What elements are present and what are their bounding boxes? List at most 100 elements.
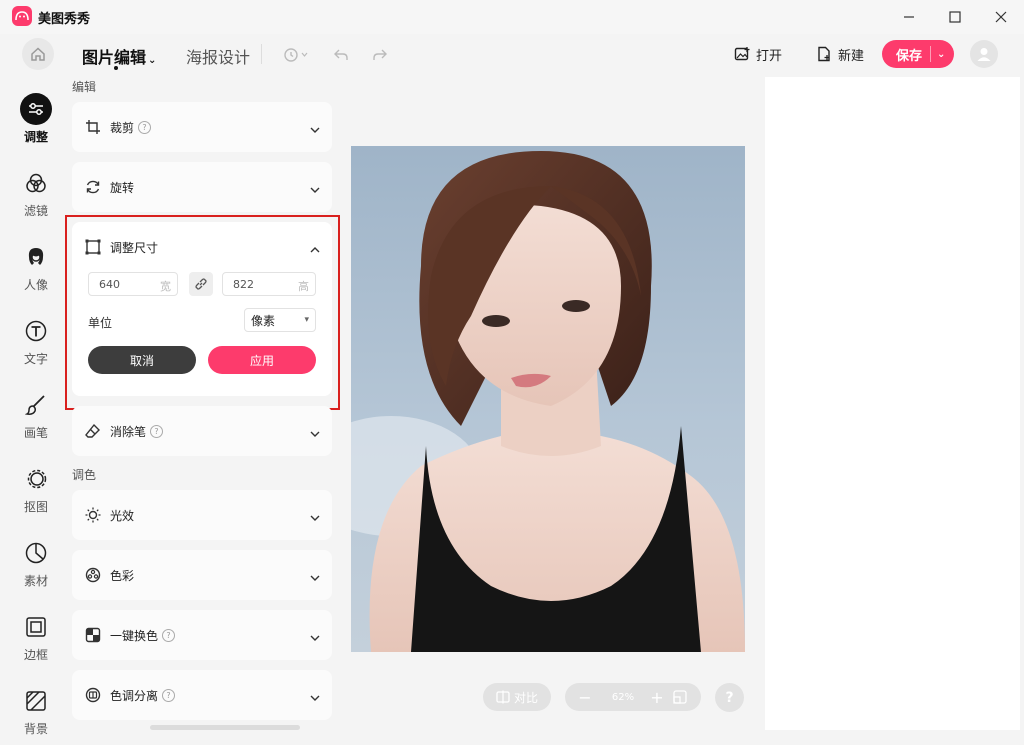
chevron-down-icon xyxy=(310,566,320,585)
undo-button[interactable] xyxy=(330,44,352,66)
filter-circles-icon xyxy=(20,167,52,199)
one-click-color-label: 一键换色 xyxy=(110,628,159,643)
color-wheel-icon xyxy=(84,566,102,584)
chevron-down-icon xyxy=(310,506,320,525)
tone-split-card[interactable]: 色调分离 ? xyxy=(72,670,332,720)
panel-scrollbar[interactable] xyxy=(150,725,300,730)
rail-item-sticker[interactable]: 素材 xyxy=(10,537,62,597)
highlight-annotation-box xyxy=(65,215,340,410)
crop-label: 裁剪 xyxy=(110,120,135,135)
rotate-card[interactable]: 旋转 xyxy=(72,162,332,212)
rail-label: 调整 xyxy=(23,130,48,144)
tab-image-edit[interactable]: 图片编辑 ⌄ xyxy=(82,44,156,68)
cutout-icon xyxy=(20,463,52,495)
rotate-icon xyxy=(84,178,102,196)
eraser-label: 消除笔 xyxy=(110,424,147,439)
color-label: 色彩 xyxy=(110,568,135,583)
frame-icon xyxy=(20,611,52,643)
sun-icon xyxy=(84,506,102,524)
history-icon xyxy=(284,48,308,62)
maximize-button[interactable] xyxy=(941,6,969,28)
save-options-chevron-icon[interactable]: ⌄ xyxy=(937,49,945,60)
chevron-down-icon: ⌄ xyxy=(148,55,157,66)
rail-label: 抠图 xyxy=(23,500,48,514)
home-icon xyxy=(31,47,45,61)
eraser-card[interactable]: 消除笔 ? xyxy=(72,406,332,456)
rail-item-filter[interactable]: 滤镜 xyxy=(10,167,62,227)
rail-label: 画笔 xyxy=(23,426,48,440)
rotate-label: 旋转 xyxy=(110,180,135,195)
tab-image-edit-label: 图片编辑 xyxy=(82,48,147,67)
app-title: 美图秀秀 xyxy=(38,12,91,27)
eraser-icon xyxy=(84,422,102,440)
save-divider xyxy=(930,46,932,62)
history-button[interactable] xyxy=(280,44,312,66)
sliders-icon xyxy=(20,93,52,125)
redo-icon xyxy=(373,49,387,60)
undo-icon xyxy=(334,49,348,60)
new-file-icon xyxy=(818,46,830,62)
zoom-in-button[interactable]: + xyxy=(645,688,669,707)
chevron-down-icon xyxy=(310,118,320,137)
save-label: 保存 xyxy=(896,48,923,64)
rail-item-frame[interactable]: 边框 xyxy=(10,611,62,671)
text-icon xyxy=(20,315,52,347)
tone-split-label: 色调分离 xyxy=(110,688,159,703)
close-button[interactable] xyxy=(987,6,1015,28)
light-label: 光效 xyxy=(110,508,135,523)
compare-button[interactable]: 对比 xyxy=(483,683,551,711)
light-card[interactable]: 光效 xyxy=(72,490,332,540)
zoom-control: − 62% + xyxy=(565,683,701,711)
help-icon[interactable]: ? xyxy=(162,688,176,702)
zoom-out-button[interactable]: − xyxy=(573,688,597,707)
fit-screen-icon xyxy=(673,690,687,704)
minimize-button[interactable] xyxy=(895,6,923,28)
portrait-icon xyxy=(20,241,52,273)
crop-icon xyxy=(84,118,102,136)
active-tab-indicator xyxy=(114,66,118,70)
user-avatar[interactable] xyxy=(970,40,998,68)
help-button[interactable]: ? xyxy=(715,683,744,712)
help-icon[interactable]: ? xyxy=(150,424,164,438)
compare-label: 对比 xyxy=(513,690,538,705)
section-label-edit: 编辑 xyxy=(72,80,97,94)
open-button[interactable]: 打开 xyxy=(734,44,782,64)
chevron-down-icon xyxy=(310,422,320,441)
rail-item-cutout[interactable]: 抠图 xyxy=(10,463,62,523)
rail-item-background[interactable]: 背景 xyxy=(10,685,62,745)
rail-item-portrait[interactable]: 人像 xyxy=(10,241,62,301)
color-swap-icon xyxy=(84,626,102,644)
home-button[interactable] xyxy=(22,38,54,70)
rail-item-text[interactable]: 文字 xyxy=(10,315,62,375)
rail-item-adjust[interactable]: 调整 xyxy=(10,93,62,153)
portrait-photo xyxy=(351,151,745,652)
rail-label: 滤镜 xyxy=(23,204,48,218)
rail-label: 文字 xyxy=(23,352,48,366)
rail-label: 背景 xyxy=(23,722,48,736)
watermark-text: 知乎 @银河君 xyxy=(806,673,991,706)
sticker-icon xyxy=(20,537,52,569)
color-card[interactable]: 色彩 xyxy=(72,550,332,600)
canvas-photo[interactable] xyxy=(351,146,745,652)
new-button[interactable]: 新建 xyxy=(816,44,864,64)
tab-poster-design[interactable]: 海报设计 xyxy=(186,44,250,68)
help-icon[interactable]: ? xyxy=(162,628,176,642)
open-image-icon xyxy=(734,47,750,61)
chevron-down-icon xyxy=(310,686,320,705)
chevron-down-icon xyxy=(310,178,320,197)
one-click-color-card[interactable]: 一键换色 ? xyxy=(72,610,332,660)
zoom-value: 62% xyxy=(611,691,635,703)
compare-icon xyxy=(496,690,510,704)
chevron-down-icon xyxy=(310,626,320,645)
new-label: 新建 xyxy=(838,48,865,64)
save-button[interactable]: 保存 ⌄ xyxy=(882,40,954,68)
crop-card[interactable]: 裁剪 ? xyxy=(72,102,332,152)
brush-icon xyxy=(20,389,52,421)
title-bar xyxy=(0,0,1024,34)
rail-item-brush[interactable]: 画笔 xyxy=(10,389,62,449)
fit-screen-button[interactable] xyxy=(673,690,687,704)
redo-button[interactable] xyxy=(369,44,391,66)
rail-label: 素材 xyxy=(23,574,48,588)
help-icon[interactable]: ? xyxy=(138,120,152,134)
rail-label: 人像 xyxy=(23,278,48,292)
